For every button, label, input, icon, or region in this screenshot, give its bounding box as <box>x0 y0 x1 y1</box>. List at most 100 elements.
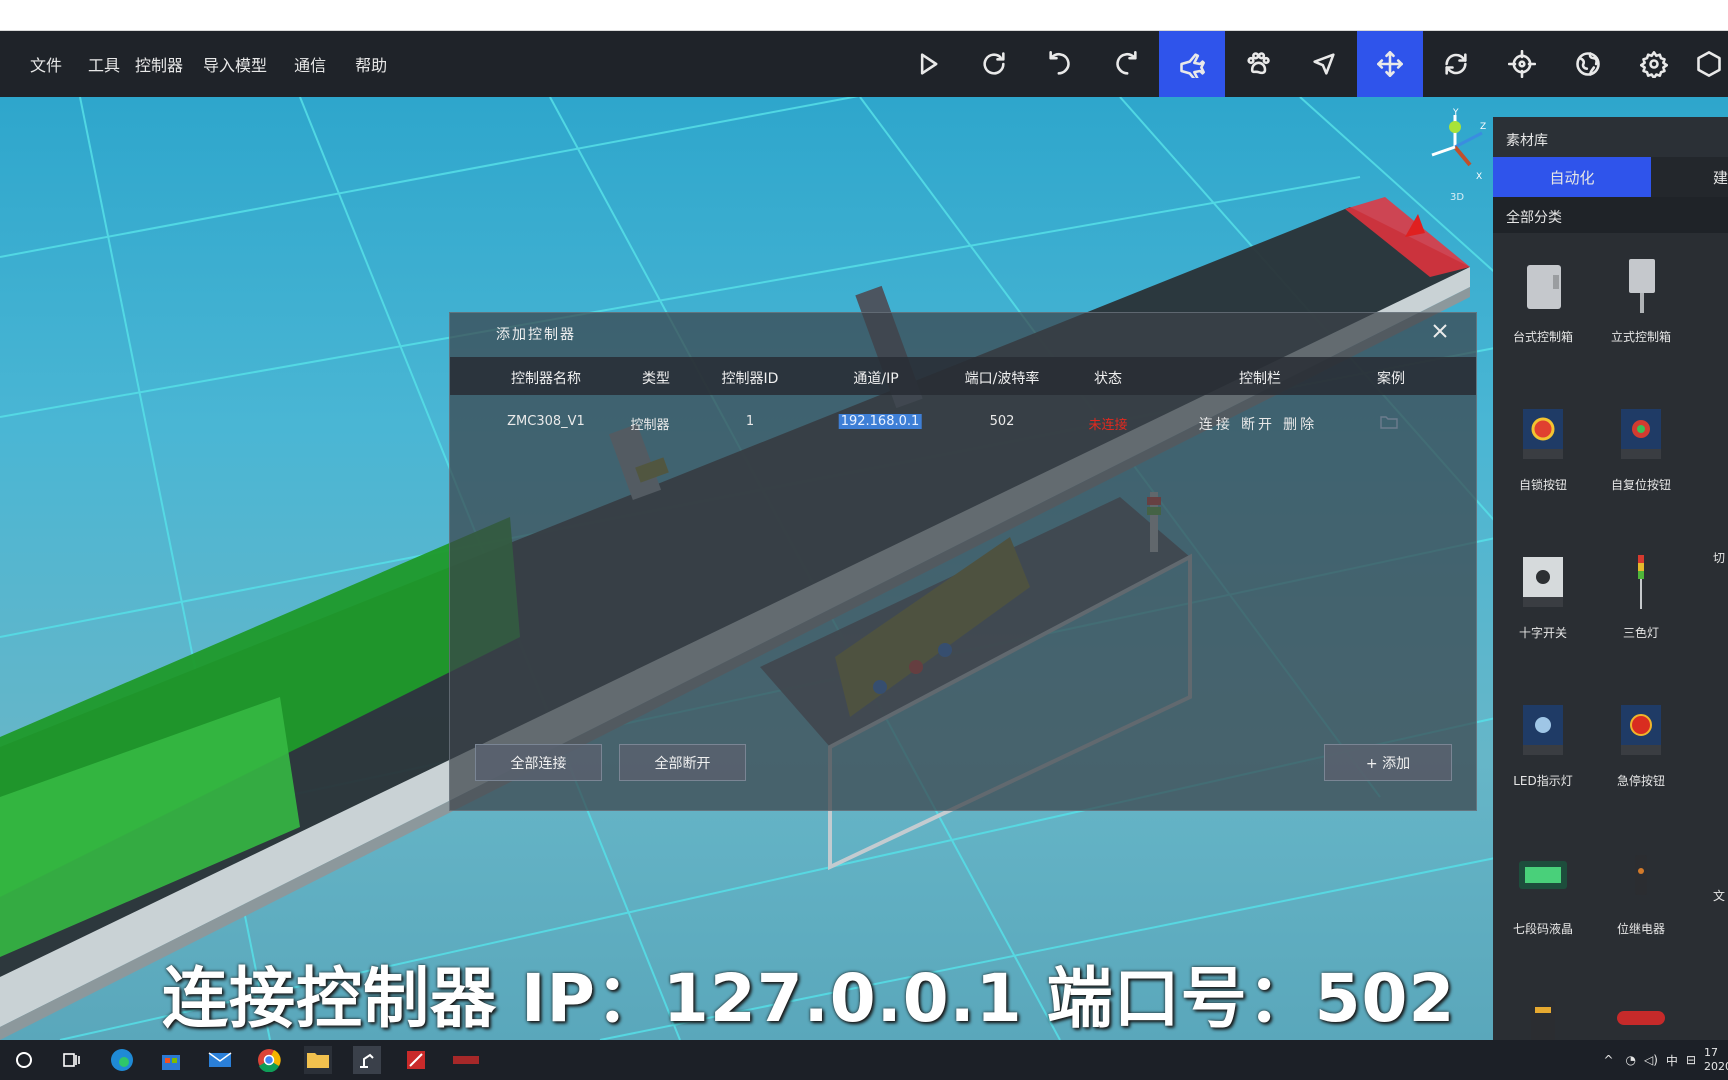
col-channel-ip: 通道/IP <box>853 371 899 387</box>
svg-text:X: X <box>1476 172 1482 182</box>
row-type[interactable]: 控制器 <box>630 414 669 433</box>
mail-app[interactable] <box>206 1046 234 1074</box>
menu-communication[interactable]: 通信 <box>294 52 326 76</box>
toolbar <box>895 31 1727 97</box>
chrome-icon <box>258 1049 281 1072</box>
row-port[interactable]: 502 <box>990 414 1015 429</box>
settings-button[interactable] <box>1621 31 1687 97</box>
disconnect-link[interactable]: 断开 <box>1241 417 1275 433</box>
network-icon[interactable]: ◔ <box>1626 1053 1636 1067</box>
disconnect-all-button[interactable]: 全部断开 <box>619 744 746 781</box>
asset-reset-button[interactable]: 自复位按钮 <box>1591 403 1691 551</box>
move-icon <box>1377 51 1403 77</box>
focus-button[interactable] <box>1489 31 1555 97</box>
world-button[interactable] <box>1555 31 1621 97</box>
folder-icon <box>1380 416 1398 429</box>
axis-gizmo-icon: Y Z X <box>1431 108 1486 182</box>
red-app[interactable] <box>402 1046 430 1074</box>
select-button[interactable] <box>1291 31 1357 97</box>
asset-partial-2[interactable] <box>1591 995 1691 1040</box>
asset-library-panel: 素材库 自动化 建 全部分类 台式控制箱 立式控制箱 自锁按钮 自复位按钮 十字… <box>1493 117 1728 1040</box>
row-controller-name[interactable]: ZMC308_V1 <box>507 414 585 429</box>
menu-file[interactable]: 文件 <box>30 52 62 76</box>
menu-import-model[interactable]: 导入模型 <box>203 52 267 76</box>
redo-icon <box>1116 51 1137 75</box>
row-ip-input[interactable]: 192.168.0.1 <box>838 414 922 429</box>
asset-partial-1[interactable] <box>1493 995 1593 1040</box>
refresh-button[interactable] <box>961 31 1027 97</box>
asset-desktop-control-box[interactable]: 台式控制箱 <box>1493 255 1593 403</box>
col-controller-name: 控制器名称 <box>511 371 581 387</box>
relay-icon <box>1635 855 1647 895</box>
rotate-button[interactable] <box>1423 31 1489 97</box>
clock-time: 17 <box>1704 1046 1718 1059</box>
zmc-app[interactable] <box>451 1046 481 1074</box>
clock[interactable]: 17 2020 <box>1704 1046 1728 1074</box>
close-button[interactable] <box>1430 321 1450 341</box>
asset-partial-label-1: 切 <box>1713 551 1726 565</box>
panel-tabs: 自动化 建 <box>1493 157 1728 197</box>
delete-link[interactable]: 删除 <box>1283 417 1317 433</box>
undo-icon <box>1049 51 1070 75</box>
view-mode-label: 3D <box>1450 192 1465 203</box>
fly-mode-button[interactable] <box>1159 31 1225 97</box>
undo-button[interactable] <box>1027 31 1093 97</box>
robot-sim-app[interactable] <box>353 1046 381 1074</box>
menu-controller[interactable]: 控制器 <box>135 52 183 76</box>
store-app[interactable] <box>157 1046 185 1074</box>
task-view-button[interactable] <box>57 1046 85 1074</box>
mail-icon <box>208 1052 232 1067</box>
cursor-icon <box>1313 53 1335 75</box>
edge-app[interactable] <box>108 1046 136 1074</box>
more-button[interactable] <box>1687 31 1727 97</box>
asset-seven-segment[interactable]: 七段码液晶 <box>1493 847 1593 995</box>
svg-text:Z: Z <box>1480 122 1486 132</box>
axis-gizmo[interactable]: Y Z X <box>1420 107 1490 197</box>
search-circle-icon <box>16 1052 32 1068</box>
tab-automation[interactable]: 自动化 <box>1493 157 1651 197</box>
dialog-title: 添加控制器 <box>496 327 576 343</box>
plane-icon <box>1180 53 1205 78</box>
play-button[interactable] <box>895 31 961 97</box>
redo-button[interactable] <box>1093 31 1159 97</box>
move-button[interactable] <box>1357 31 1423 97</box>
box-icon <box>1697 51 1721 77</box>
add-button[interactable]: + 添加 <box>1324 744 1452 781</box>
start-button[interactable] <box>10 1046 38 1074</box>
menu-help[interactable]: 帮助 <box>355 52 387 76</box>
clock-date: 2020 <box>1704 1060 1728 1073</box>
asset-emergency-stop[interactable]: 急停按钮 <box>1591 699 1691 847</box>
led-indicator-icon <box>1523 705 1563 755</box>
ime-indicator[interactable]: 中 <box>1666 1052 1678 1069</box>
system-tray: ^ ◔ ◁) 中 ⊟ 17 2020 <box>1603 1040 1728 1080</box>
asset-led-indicator[interactable]: LED指示灯 <box>1493 699 1593 847</box>
paw-icon <box>1247 52 1270 75</box>
walk-mode-button[interactable] <box>1225 31 1291 97</box>
standing-box-icon <box>1629 259 1655 313</box>
asset-relay[interactable]: 位继电器 <box>1591 847 1691 995</box>
keyboard-icon[interactable]: ⊟ <box>1686 1053 1696 1067</box>
col-port-baud: 端口/波特率 <box>964 371 1040 387</box>
tray-expand-icon[interactable]: ^ <box>1603 1053 1613 1067</box>
control-box-icon <box>1527 265 1561 309</box>
emergency-stop-icon <box>1621 705 1661 755</box>
menu-list: 文件 工具 控制器 导入模型 通信 帮助 <box>30 31 408 97</box>
asset-tower-light[interactable]: 三色灯 <box>1591 551 1691 699</box>
asset-partial-label-2: 文 <box>1713 889 1726 903</box>
asset-standing-control-box[interactable]: 立式控制箱 <box>1591 255 1691 403</box>
col-type: 类型 <box>642 371 670 387</box>
explorer-app[interactable] <box>304 1046 332 1074</box>
asset-cross-switch[interactable]: 十字开关 <box>1493 551 1593 699</box>
globe-icon <box>1576 52 1600 76</box>
connect-all-button[interactable]: 全部连接 <box>475 744 602 781</box>
menu-tools[interactable]: 工具 <box>88 52 120 76</box>
volume-icon[interactable]: ◁) <box>1644 1053 1658 1067</box>
chrome-app[interactable] <box>255 1046 283 1074</box>
connect-link[interactable]: 连接 <box>1199 417 1233 433</box>
asset-latching-button[interactable]: 自锁按钮 <box>1493 403 1593 551</box>
tab-building[interactable]: 建 <box>1651 157 1728 197</box>
category-all[interactable]: 全部分类 <box>1493 197 1728 233</box>
video-caption: 连接控制器 IP：127.0.0.1 端口号：502 <box>162 960 1456 1037</box>
case-folder-button[interactable] <box>1380 415 1398 433</box>
row-controller-id[interactable]: 1 <box>746 414 754 429</box>
